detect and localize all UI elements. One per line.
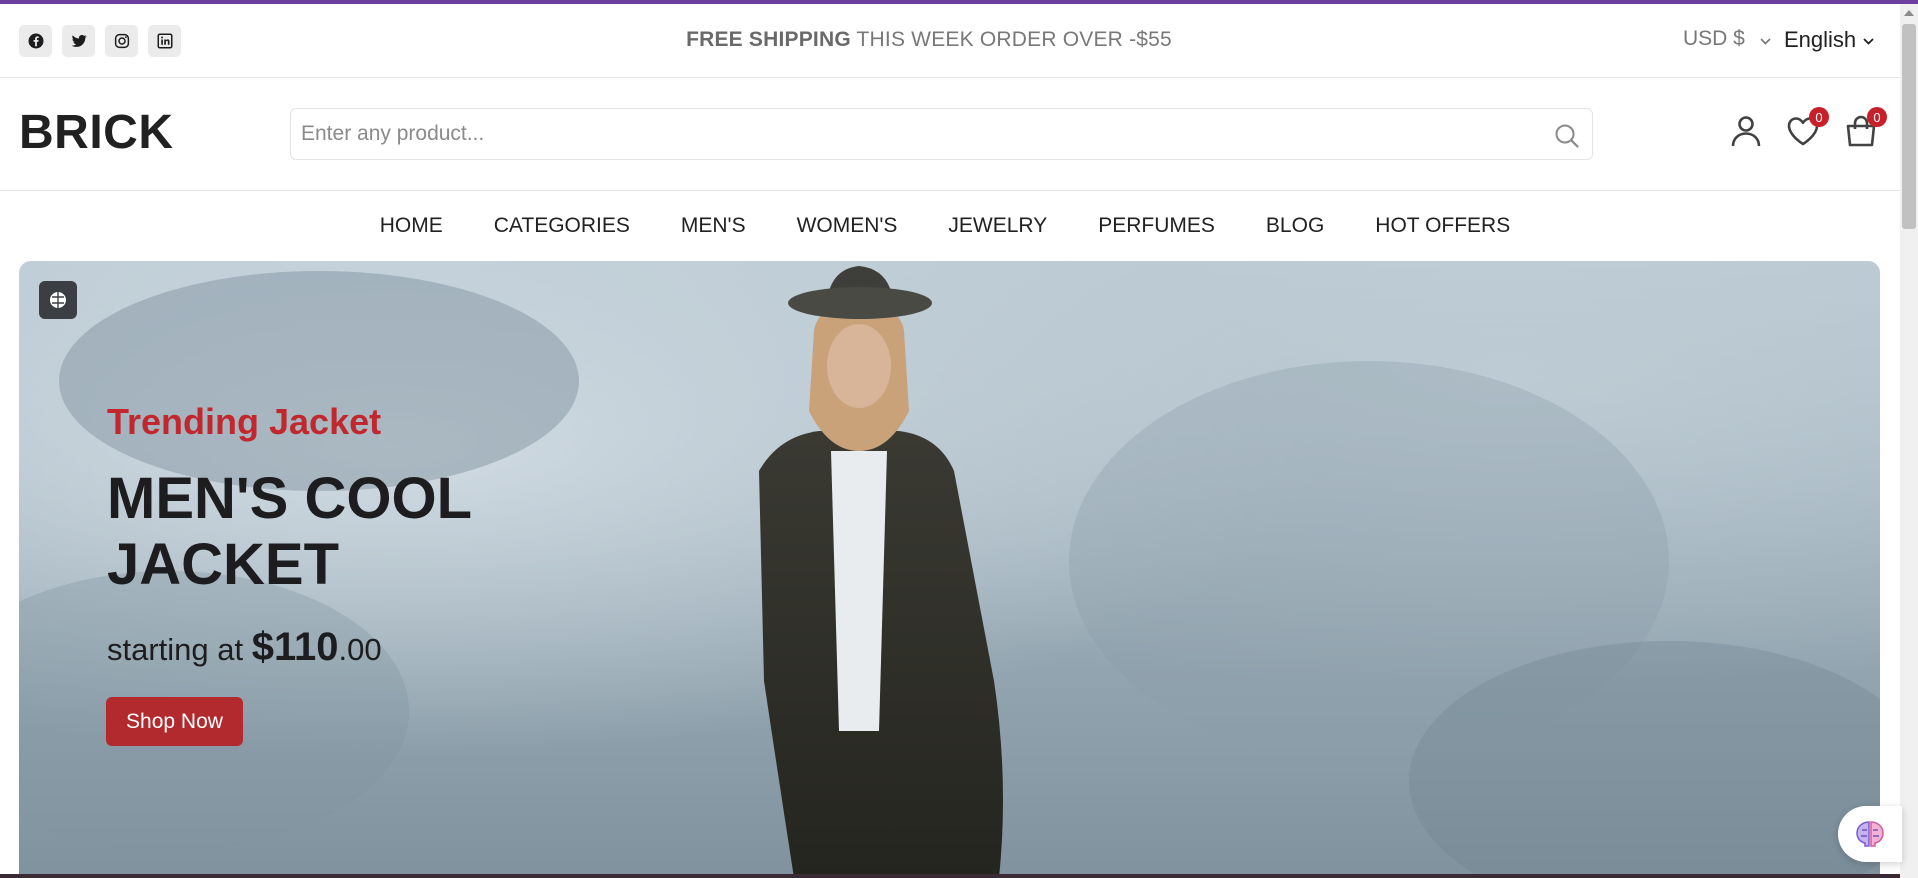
hero-title: MEN'S COOL JACKET	[107, 466, 471, 597]
nav-item-hot-offers[interactable]: HOT OFFERS	[1375, 214, 1510, 238]
language-select[interactable]: English	[1784, 27, 1856, 53]
chevron-down-icon	[1760, 38, 1771, 45]
hero-subtitle: Trending Jacket	[107, 401, 382, 442]
hero-price: starting at $110.00	[107, 625, 382, 670]
search-bar	[290, 108, 1593, 160]
currency-select[interactable]: USD $	[1683, 27, 1745, 51]
scrollbar[interactable]	[1900, 4, 1918, 878]
nav-item-jewelry[interactable]: JEWELRY	[948, 214, 1047, 238]
nav-item-home[interactable]: HOME	[380, 214, 443, 238]
bottom-strip	[0, 874, 1900, 878]
user-icon	[1731, 116, 1761, 147]
brain-icon	[50, 292, 66, 308]
shop-now-button[interactable]: Shop Now	[106, 697, 243, 746]
shipping-highlight: FREE SHIPPING	[686, 28, 851, 51]
cart-count-badge: 0	[1867, 107, 1887, 127]
wishlist-count-badge: 0	[1809, 107, 1829, 127]
scroll-up-arrow[interactable]	[1904, 10, 1914, 16]
hero-banner: Trending Jacket MEN'S COOL JACKET starti…	[19, 261, 1880, 878]
brain-icon	[1856, 821, 1884, 847]
cart-button[interactable]: 0	[1843, 107, 1887, 149]
price-main: $110	[251, 625, 339, 669]
shipping-text: THIS WEEK ORDER OVER -$55	[850, 28, 1172, 51]
nav-item-blog[interactable]: BLOG	[1266, 214, 1324, 238]
wishlist-button[interactable]: 0	[1785, 107, 1829, 149]
search-input[interactable]	[291, 109, 1531, 159]
main-nav: HOME CATEGORIES MEN'S WOMEN'S JEWELRY PE…	[0, 191, 1900, 261]
account-button[interactable]	[1728, 113, 1764, 149]
search-icon[interactable]	[1553, 122, 1581, 150]
shipping-banner: FREE SHIPPING THIS WEEK ORDER OVER -$55	[0, 28, 1858, 52]
price-prefix: starting at	[107, 632, 252, 667]
page: FREE SHIPPING THIS WEEK ORDER OVER -$55 …	[0, 0, 1918, 878]
chevron-down-icon	[1863, 38, 1874, 45]
assistant-widget[interactable]	[1838, 806, 1902, 862]
nav-item-mens[interactable]: MEN'S	[681, 214, 746, 238]
nav-item-categories[interactable]: CATEGORIES	[494, 214, 630, 238]
logo[interactable]: BRICK	[19, 105, 174, 160]
scroll-thumb[interactable]	[1902, 24, 1916, 229]
extension-button[interactable]	[39, 281, 77, 319]
main-header: BRICK 0 0	[0, 78, 1900, 191]
nav-item-perfumes[interactable]: PERFUMES	[1098, 214, 1215, 238]
price-cents: .00	[338, 632, 382, 667]
nav-item-womens[interactable]: WOMEN'S	[797, 214, 898, 238]
top-bar: FREE SHIPPING THIS WEEK ORDER OVER -$55 …	[0, 4, 1900, 78]
